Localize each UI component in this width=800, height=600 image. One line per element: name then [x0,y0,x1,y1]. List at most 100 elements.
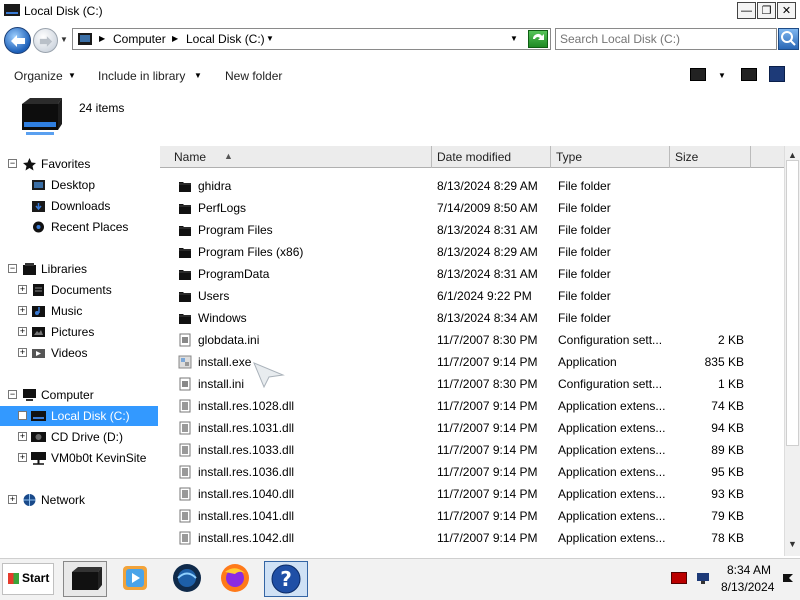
address-path-box[interactable]: ▶ Computer ▶ Local Disk (C:) ▼ ▼ [72,28,551,50]
nav-item-downloads[interactable]: Downloads [0,196,158,216]
column-header-date[interactable]: Date modified [433,146,551,168]
expand-icon[interactable]: + [18,327,27,336]
file-row[interactable]: ProgramData 8/13/2024 8:31 AM File folder [160,263,784,285]
nav-item-desktop[interactable]: Desktop [0,175,158,195]
file-row[interactable]: install.res.1041.dll 11/7/2007 9:14 PM App… [160,505,784,527]
clock-date[interactable]: 8/13/2024 [721,580,774,594]
vertical-scrollbar[interactable]: ▲ ▼ [784,146,800,556]
network-status-icon[interactable] [696,571,710,585]
maximize-button[interactable]: ❐ [757,2,776,19]
breadcrumb-computer[interactable]: Computer [113,32,166,46]
action-center-icon[interactable] [671,572,687,584]
taskbar-explorer[interactable] [63,561,107,597]
nav-item-pictures[interactable]: + Pictures [0,322,158,342]
file-date-modified: 8/13/2024 8:29 AM [437,179,538,193]
include-in-library-menu[interactable]: Include in library [98,69,185,83]
file-row[interactable]: install.res.1033.dll 11/7/2007 9:14 PM App… [160,439,784,461]
start-button[interactable]: Start [2,563,54,595]
breadcrumb-local-disk[interactable]: Local Disk (C:) [186,32,265,46]
scroll-thumb[interactable] [786,160,799,446]
file-row[interactable]: install.res.1036.dll 11/7/2007 9:14 PM App… [160,461,784,483]
file-type: File folder [558,245,611,259]
scroll-up-arrow[interactable]: ▲ [788,150,797,160]
dll-file-icon [179,509,191,523]
file-row[interactable]: install.res.1028.dll 11/7/2007 9:14 PM App… [160,395,784,417]
search-box[interactable] [555,28,777,50]
column-header-name[interactable]: Name ▲ [170,146,432,168]
nav-libraries[interactable]: − Libraries [0,259,158,279]
new-folder-button[interactable]: New folder [225,69,282,83]
expand-icon[interactable]: + [8,495,17,504]
nav-computer[interactable]: − Computer [0,385,158,405]
taskbar-media-player[interactable] [115,561,159,597]
search-input[interactable] [560,32,770,46]
chevron-down-icon[interactable]: ▼ [68,71,76,80]
nav-item-network-share[interactable]: + VM0b0t KevinSite [0,448,158,468]
nav-item-music[interactable]: + Music [0,301,158,321]
nav-item-videos[interactable]: + Videos [0,343,158,363]
taskbar-internet-explorer[interactable] [167,561,211,597]
change-view-icon[interactable] [690,68,706,81]
nav-item-recent-places[interactable]: Recent Places [0,217,158,237]
collapse-icon[interactable]: − [8,159,17,168]
nav-item-cd-drive[interactable]: + CD Drive (D:) [0,427,158,447]
expand-icon[interactable]: + [18,432,27,441]
expand-icon[interactable]: + [18,348,27,357]
show-desktop-icon[interactable] [782,572,794,584]
expand-icon[interactable]: + [18,411,27,420]
dll-file-icon [179,465,191,479]
file-row[interactable]: Windows 8/13/2024 8:34 AM File folder [160,307,784,329]
pictures-icon [32,327,45,337]
file-row[interactable]: globdata.ini 11/7/2007 8:30 PM Configurati… [160,329,784,351]
file-row[interactable]: Program Files 8/13/2024 8:31 AM File folde… [160,219,784,241]
taskbar-firefox[interactable] [215,561,259,597]
file-type: Application extens... [558,421,666,435]
help-icon[interactable] [769,66,785,82]
breadcrumb-separator[interactable]: ▼ [266,34,274,43]
nav-item-local-disk[interactable]: + Local Disk (C:) [0,406,158,426]
file-row[interactable]: install.res.1040.dll 11/7/2007 9:14 PM App… [160,483,784,505]
collapse-icon[interactable]: − [8,264,17,273]
organize-menu[interactable]: Organize [14,69,63,83]
nav-label: Pictures [51,325,95,339]
clock-time[interactable]: 8:34 AM [727,563,771,577]
address-dropdown[interactable]: ▼ [510,34,518,43]
chevron-down-icon[interactable]: ▼ [194,71,202,80]
collapse-icon[interactable]: − [8,390,17,399]
view-options-dropdown[interactable]: ▼ [718,71,726,80]
forward-button[interactable] [33,28,58,53]
file-list[interactable]: Name ▲ Date modified Type Size ghidra 8/1… [160,146,784,558]
file-row[interactable]: Program Files (x86) 8/13/2024 8:29 AM File… [160,241,784,263]
close-button[interactable]: ✕ [777,2,796,19]
minimize-button[interactable]: — [737,2,756,19]
breadcrumb-separator[interactable]: ▶ [99,34,105,43]
file-row[interactable]: install.res.1042.dll 11/7/2007 9:14 PM App… [160,527,784,549]
search-button[interactable] [778,28,799,50]
file-row[interactable]: ghidra 8/13/2024 8:29 AM File folder [160,175,784,197]
back-button[interactable] [4,27,31,54]
nav-favorites[interactable]: − Favorites [0,154,158,174]
title-bar[interactable] [0,0,800,22]
expand-icon[interactable]: + [18,306,27,315]
file-type: File folder [558,267,611,281]
recent-pages-dropdown[interactable]: ▼ [60,35,68,44]
file-date-modified: 8/13/2024 8:31 AM [437,267,538,281]
nav-network[interactable]: + Network [0,490,158,510]
nav-label: VM0b0t KevinSite [51,451,147,465]
column-header-type[interactable]: Type [552,146,670,168]
recent-places-icon [33,221,44,233]
taskbar-help[interactable]: ? [264,561,308,597]
file-date-modified: 11/7/2007 9:14 PM [437,465,538,479]
refresh-button[interactable] [528,30,548,48]
file-row[interactable]: PerfLogs 7/14/2009 8:50 AM File folder [160,197,784,219]
scroll-down-arrow[interactable]: ▼ [788,539,797,549]
file-size: 93 KB [711,487,744,501]
nav-item-documents[interactable]: + Documents [0,280,158,300]
breadcrumb-separator[interactable]: ▶ [172,34,178,43]
expand-icon[interactable]: + [18,453,27,462]
file-row[interactable]: Users 6/1/2024 9:22 PM File folder [160,285,784,307]
column-header-size[interactable]: Size [671,146,751,168]
preview-pane-icon[interactable] [741,68,757,81]
file-row[interactable]: install.res.1031.dll 11/7/2007 9:14 PM App… [160,417,784,439]
expand-icon[interactable]: + [18,285,27,294]
